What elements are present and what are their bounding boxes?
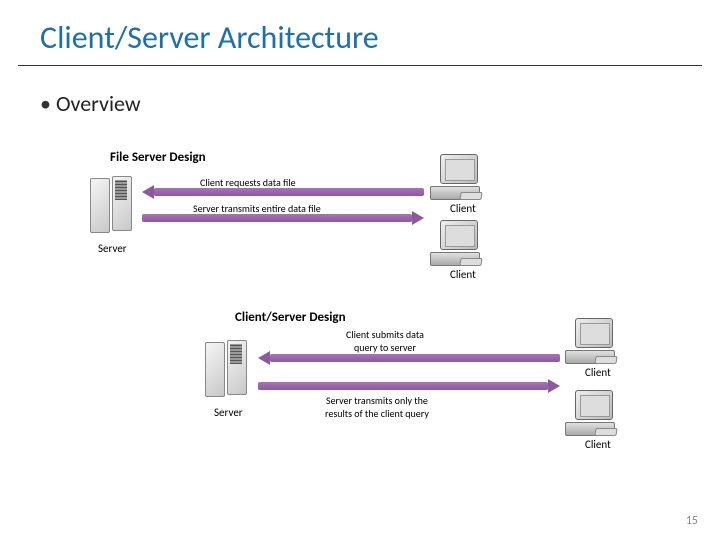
client-icon [565, 390, 625, 440]
section-title-file-server: File Server Design [110, 150, 206, 165]
arrow-request [154, 188, 424, 196]
section-title-client-server: Client/Server Design [235, 310, 346, 325]
server-label: Server [214, 406, 243, 419]
server-icon [90, 176, 136, 236]
bullet-overview: Overview [0, 66, 720, 117]
client-label: Client [585, 366, 611, 379]
client-icon [565, 318, 625, 368]
client-label: Client [450, 268, 476, 281]
arrow-request-text: Client requests data file [200, 176, 296, 189]
client-icon [430, 220, 490, 270]
client-label: Client [450, 202, 476, 215]
slide-title: Client/Server Architecture [18, 0, 702, 66]
client-icon [430, 154, 490, 204]
arrow-transmit-text: Server transmits entire data file [193, 202, 321, 215]
client-label: Client [585, 438, 611, 451]
arrow-head-icon [258, 351, 270, 365]
arrow-head-icon [412, 211, 424, 225]
arrow-query-text: Client submits data query to server [346, 328, 424, 354]
server-icon [205, 340, 251, 400]
arrow-results [258, 382, 548, 390]
arrow-transmit [142, 214, 412, 222]
arrow-query [270, 354, 560, 362]
server-label: Server [98, 242, 127, 255]
page-number: 15 [686, 514, 698, 528]
arrow-results-text: Server transmits only the results of the… [325, 394, 429, 420]
arrow-head-icon [142, 185, 154, 199]
architecture-diagram: File Server Design Server Client Client … [90, 150, 650, 500]
arrow-head-icon [548, 379, 560, 393]
